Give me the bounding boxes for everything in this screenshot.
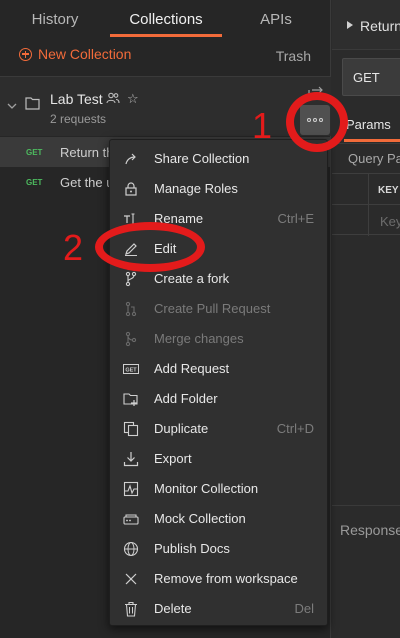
folder-plus-icon (123, 393, 138, 406)
menu-item-manage-roles[interactable]: Manage Roles (110, 174, 329, 204)
params-table: KEY Key (332, 173, 400, 236)
query-params-label: Query Pa (348, 151, 400, 166)
tab-apis[interactable]: APIs (248, 0, 304, 40)
menu-item-label: Duplicate (154, 421, 209, 436)
sidebar-toolbar: New Collection Trash (0, 40, 331, 74)
folder-icon (25, 97, 40, 110)
menu-item-shortcut: Ctrl+E (277, 211, 314, 226)
menu-item-label: Manage Roles (154, 181, 238, 196)
menu-item-label: Add Folder (154, 391, 218, 406)
menu-item-label: Merge changes (154, 331, 244, 346)
request-name: Return th (60, 145, 114, 160)
close-icon (125, 573, 137, 585)
annotation-number-1: 1 (252, 105, 273, 146)
menu-item-label: Export (154, 451, 192, 466)
tab-history[interactable]: History (20, 0, 90, 40)
menu-item-label: Monitor Collection (154, 481, 259, 496)
request-method: GET (26, 178, 43, 187)
request-method: GET (26, 148, 43, 157)
svg-text:GET: GET (125, 368, 137, 374)
globe-icon (123, 541, 139, 557)
menu-item-label: Publish Docs (154, 541, 230, 556)
team-icon (106, 92, 120, 104)
collection-context-menu: Share Collection Manage Roles Rename Ctr… (109, 139, 328, 626)
chevron-down-icon[interactable] (7, 101, 17, 111)
collection-request-count: 2 requests (50, 112, 107, 126)
menu-item-label: Mock Collection (154, 511, 246, 526)
lock-icon (125, 182, 137, 196)
menu-item-add-folder[interactable]: Add Folder (110, 384, 329, 414)
annotation-number-2: 2 (63, 227, 84, 268)
params-tab-underline (344, 139, 400, 142)
pull-request-icon (125, 301, 137, 317)
response-divider (332, 505, 400, 506)
export-icon (123, 452, 139, 467)
menu-item-merge-changes[interactable]: Merge changes (110, 324, 329, 354)
trash-icon (125, 601, 137, 617)
menu-item-label: Add Request (154, 361, 230, 376)
params-table-divider (368, 174, 369, 236)
menu-item-delete[interactable]: Delete Del (110, 594, 329, 624)
menu-item-add-request[interactable]: GET Add Request (110, 354, 329, 384)
menu-item-shortcut: Del (294, 601, 314, 616)
annotation-circle-edit (95, 222, 205, 272)
menu-item-label: Remove from workspace (154, 571, 298, 586)
response-label: Response (340, 522, 400, 538)
fork-icon (125, 271, 137, 287)
request-title-bar: Return (332, 0, 400, 50)
duplicate-icon (123, 421, 139, 437)
menu-item-label: Delete (154, 601, 192, 616)
menu-item-duplicate[interactable]: Duplicate Ctrl+D (110, 414, 329, 444)
menu-item-label: Share Collection (154, 151, 250, 166)
new-collection-label: New Collection (38, 46, 132, 62)
annotation-circle-more-button (286, 92, 348, 152)
method-select-value: GET (353, 70, 380, 85)
menu-item-label: Create Pull Request (154, 301, 271, 316)
get-request-icon: GET (123, 364, 139, 374)
tab-collections[interactable]: Collections (110, 0, 222, 40)
key-column-header: KEY (378, 185, 399, 196)
menu-item-shortcut: Ctrl+D (276, 421, 314, 436)
menu-item-remove-from-workspace[interactable]: Remove from workspace (110, 564, 329, 594)
request-name: Get the u (60, 175, 114, 190)
menu-item-monitor-collection[interactable]: Monitor Collection (110, 474, 329, 504)
star-icon[interactable]: ☆ (127, 91, 139, 107)
menu-item-publish-docs[interactable]: Publish Docs (110, 534, 329, 564)
collection-name: Lab Test (50, 91, 103, 107)
menu-item-label: Create a fork (154, 271, 230, 286)
menu-item-share-collection[interactable]: Share Collection (110, 144, 329, 174)
request-editor: Return GET Params Query Pa KEY Key Respo… (332, 0, 400, 638)
method-select[interactable]: GET (342, 58, 400, 96)
sidebar-tabs: History Collections APIs (0, 0, 331, 40)
key-input[interactable]: Key (380, 214, 400, 229)
merge-icon (125, 331, 137, 347)
monitor-icon (123, 481, 139, 497)
tab-params[interactable]: Params (346, 117, 391, 132)
menu-item-mock-collection[interactable]: Mock Collection (110, 504, 329, 534)
collection-row[interactable]: Lab Test ☆ 2 requests (0, 76, 331, 136)
menu-item-export[interactable]: Export (110, 444, 329, 474)
share-icon (125, 153, 136, 165)
menu-item-create-pull-request[interactable]: Create Pull Request (110, 294, 329, 324)
caret-right-icon[interactable] (347, 21, 353, 29)
new-collection-button[interactable]: New Collection (19, 46, 131, 62)
trash-link[interactable]: Trash (276, 48, 311, 64)
request-title: Return (360, 18, 400, 34)
plus-circle-icon (19, 47, 32, 61)
mock-server-icon (123, 514, 139, 525)
